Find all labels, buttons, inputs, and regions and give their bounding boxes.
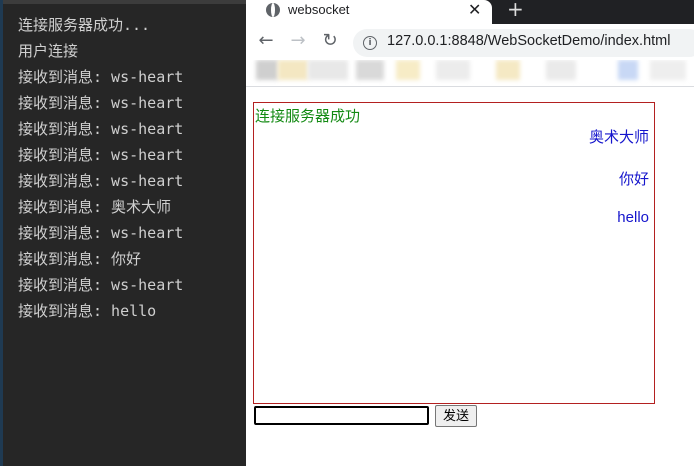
screen: 连接服务器成功... 用户连接 接收到消息: ws-heart 接收到消息: w… xyxy=(0,0,694,466)
terminal-line: 接收到消息: ws-heart xyxy=(18,120,184,138)
bookmark-item[interactable] xyxy=(256,60,278,80)
message-box: 连接服务器成功 奥术大师 你好 hello xyxy=(253,102,655,404)
arrow-right-icon[interactable]: → xyxy=(287,30,309,52)
bookmarks-bar xyxy=(246,60,694,87)
info-icon[interactable]: i xyxy=(363,36,377,50)
browser-toolbar: ← → ↻ i 127.0.0.1:8848/WebSocketDemo/ind… xyxy=(246,24,694,60)
bookmark-item[interactable] xyxy=(308,60,348,80)
bookmark-item[interactable] xyxy=(496,60,520,80)
terminal-line: 用户连接 xyxy=(18,42,79,60)
reload-icon[interactable]: ↻ xyxy=(319,30,341,52)
terminal-line: 接收到消息: ws-heart xyxy=(18,224,184,242)
terminal-line: 接收到消息: ws-heart xyxy=(18,172,184,190)
bookmark-item[interactable] xyxy=(396,60,420,80)
browser-window: websocket ✕ + ← → ↻ i 127.0.0.1:8848/Web… xyxy=(246,0,694,466)
address-bar[interactable]: i 127.0.0.1:8848/WebSocketDemo/index.htm… xyxy=(353,29,694,57)
tab-title: websocket xyxy=(288,2,350,17)
sent-message: hello xyxy=(617,209,649,226)
bookmark-item[interactable] xyxy=(546,60,576,80)
send-button[interactable]: 发送 xyxy=(435,405,477,427)
arrow-left-icon[interactable]: ← xyxy=(255,30,277,52)
terminal-line: 接收到消息: 你好 xyxy=(18,250,142,268)
terminal-output: 连接服务器成功... 用户连接 接收到消息: ws-heart 接收到消息: w… xyxy=(18,12,183,324)
close-icon[interactable]: ✕ xyxy=(468,0,481,20)
bookmark-item[interactable] xyxy=(278,60,308,80)
terminal-line: 接收到消息: hello xyxy=(18,302,157,320)
terminal-line: 接收到消息: ws-heart xyxy=(18,68,184,86)
sent-message: 你好 xyxy=(618,171,649,188)
tab-strip: websocket ✕ + xyxy=(246,0,694,24)
sent-message: 奥术大师 xyxy=(588,129,649,146)
globe-icon xyxy=(266,3,280,17)
url-text[interactable]: 127.0.0.1:8848/WebSocketDemo/index.html xyxy=(387,33,670,49)
bookmark-item[interactable] xyxy=(436,60,470,80)
bookmark-item[interactable] xyxy=(356,60,384,80)
terminal-line: 接收到消息: 奥术大师 xyxy=(18,198,172,216)
terminal-line: 连接服务器成功... xyxy=(18,16,151,34)
terminal-line: 接收到消息: ws-heart xyxy=(18,94,184,112)
bookmark-item[interactable] xyxy=(618,60,638,80)
connection-status-message: 连接服务器成功 xyxy=(255,108,361,125)
terminal-title-strip xyxy=(3,0,246,4)
terminal-line: 接收到消息: ws-heart xyxy=(18,276,184,294)
terminal-window: 连接服务器成功... 用户连接 接收到消息: ws-heart 接收到消息: w… xyxy=(0,0,246,466)
plus-icon[interactable]: + xyxy=(507,0,524,21)
terminal-line: 接收到消息: ws-heart xyxy=(18,146,184,164)
bookmark-item[interactable] xyxy=(650,60,686,80)
tab-websocket[interactable]: websocket ✕ xyxy=(246,0,492,24)
message-input[interactable] xyxy=(254,406,429,425)
